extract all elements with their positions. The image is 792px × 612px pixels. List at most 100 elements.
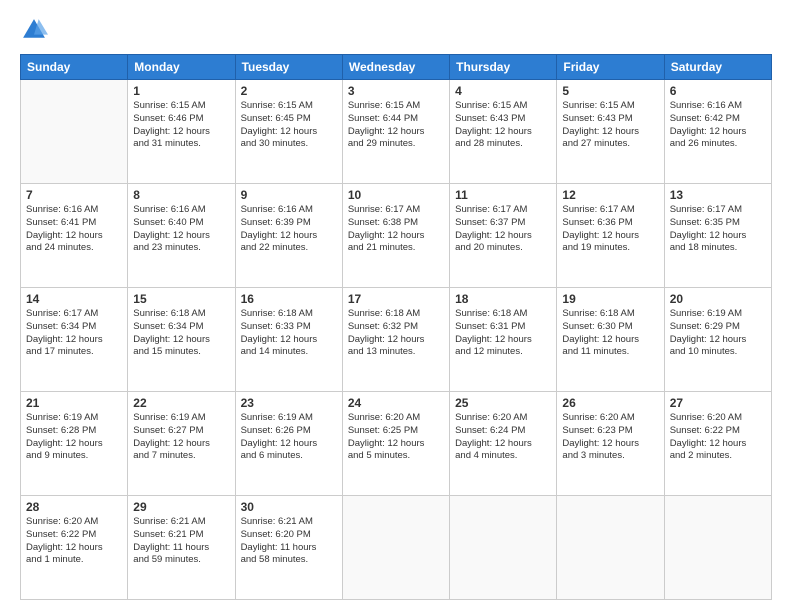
day-info: Sunrise: 6:20 AM Sunset: 6:24 PM Dayligh… — [455, 412, 551, 463]
day-info: Sunrise: 6:15 AM Sunset: 6:44 PM Dayligh… — [348, 100, 444, 151]
day-number: 21 — [26, 396, 122, 410]
weekday-header-sunday: Sunday — [21, 55, 128, 80]
calendar-cell: 17 Sunrise: 6:18 AM Sunset: 6:32 PM Dayli… — [342, 288, 449, 392]
calendar-cell: 12 Sunrise: 6:17 AM Sunset: 6:36 PM Dayli… — [557, 184, 664, 288]
calendar-cell — [342, 496, 449, 600]
day-info: Sunrise: 6:19 AM Sunset: 6:28 PM Dayligh… — [26, 412, 122, 463]
day-info: Sunrise: 6:19 AM Sunset: 6:26 PM Dayligh… — [241, 412, 337, 463]
day-info: Sunrise: 6:19 AM Sunset: 6:29 PM Dayligh… — [670, 308, 766, 359]
day-info: Sunrise: 6:20 AM Sunset: 6:25 PM Dayligh… — [348, 412, 444, 463]
day-info: Sunrise: 6:18 AM Sunset: 6:30 PM Dayligh… — [562, 308, 658, 359]
day-number: 14 — [26, 292, 122, 306]
calendar-week-4: 21 Sunrise: 6:19 AM Sunset: 6:28 PM Dayli… — [21, 392, 772, 496]
day-number: 22 — [133, 396, 229, 410]
calendar-cell: 14 Sunrise: 6:17 AM Sunset: 6:34 PM Dayli… — [21, 288, 128, 392]
calendar-cell — [450, 496, 557, 600]
day-number: 28 — [26, 500, 122, 514]
calendar-week-3: 14 Sunrise: 6:17 AM Sunset: 6:34 PM Dayli… — [21, 288, 772, 392]
day-number: 17 — [348, 292, 444, 306]
day-number: 20 — [670, 292, 766, 306]
day-number: 13 — [670, 188, 766, 202]
day-info: Sunrise: 6:18 AM Sunset: 6:32 PM Dayligh… — [348, 308, 444, 359]
calendar-cell — [557, 496, 664, 600]
day-info: Sunrise: 6:17 AM Sunset: 6:38 PM Dayligh… — [348, 204, 444, 255]
day-number: 19 — [562, 292, 658, 306]
day-number: 10 — [348, 188, 444, 202]
calendar-cell: 19 Sunrise: 6:18 AM Sunset: 6:30 PM Dayli… — [557, 288, 664, 392]
logo — [20, 16, 52, 44]
calendar-cell: 15 Sunrise: 6:18 AM Sunset: 6:34 PM Dayli… — [128, 288, 235, 392]
day-number: 26 — [562, 396, 658, 410]
calendar-cell: 29 Sunrise: 6:21 AM Sunset: 6:21 PM Dayli… — [128, 496, 235, 600]
day-number: 25 — [455, 396, 551, 410]
day-info: Sunrise: 6:17 AM Sunset: 6:36 PM Dayligh… — [562, 204, 658, 255]
calendar-cell: 24 Sunrise: 6:20 AM Sunset: 6:25 PM Dayli… — [342, 392, 449, 496]
calendar-cell: 4Sunrise: 6:15 AM Sunset: 6:43 PM Daylig… — [450, 80, 557, 184]
calendar-cell: 25 Sunrise: 6:20 AM Sunset: 6:24 PM Dayli… — [450, 392, 557, 496]
day-number: 27 — [670, 396, 766, 410]
day-info: Sunrise: 6:15 AM Sunset: 6:43 PM Dayligh… — [562, 100, 658, 151]
calendar-cell: 21 Sunrise: 6:19 AM Sunset: 6:28 PM Dayli… — [21, 392, 128, 496]
day-number: 29 — [133, 500, 229, 514]
calendar-cell: 13 Sunrise: 6:17 AM Sunset: 6:35 PM Dayli… — [664, 184, 771, 288]
header — [20, 16, 772, 44]
calendar-week-1: 1 Sunrise: 6:15 AM Sunset: 6:46 PM Daylig… — [21, 80, 772, 184]
day-info: Sunrise: 6:20 AM Sunset: 6:23 PM Dayligh… — [562, 412, 658, 463]
calendar-cell — [664, 496, 771, 600]
day-info: Sunrise: 6:17 AM Sunset: 6:37 PM Dayligh… — [455, 204, 551, 255]
calendar-cell: 22 Sunrise: 6:19 AM Sunset: 6:27 PM Dayli… — [128, 392, 235, 496]
calendar-cell: 26 Sunrise: 6:20 AM Sunset: 6:23 PM Dayli… — [557, 392, 664, 496]
weekday-header-thursday: Thursday — [450, 55, 557, 80]
day-number: 16 — [241, 292, 337, 306]
day-number: 15 — [133, 292, 229, 306]
day-number: 9 — [241, 188, 337, 202]
day-number: 8 — [133, 188, 229, 202]
day-number: 1 — [133, 84, 229, 98]
calendar-cell: 3 Sunrise: 6:15 AM Sunset: 6:44 PM Daylig… — [342, 80, 449, 184]
calendar-cell: 11 Sunrise: 6:17 AM Sunset: 6:37 PM Dayli… — [450, 184, 557, 288]
day-number: 3 — [348, 84, 444, 98]
day-info: Sunrise: 6:18 AM Sunset: 6:33 PM Dayligh… — [241, 308, 337, 359]
day-info: Sunrise: 6:16 AM Sunset: 6:40 PM Dayligh… — [133, 204, 229, 255]
calendar-cell: 23 Sunrise: 6:19 AM Sunset: 6:26 PM Dayli… — [235, 392, 342, 496]
weekday-header-friday: Friday — [557, 55, 664, 80]
calendar-cell: 7 Sunrise: 6:16 AM Sunset: 6:41 PM Daylig… — [21, 184, 128, 288]
day-number: 12 — [562, 188, 658, 202]
day-info: Sunrise: 6:21 AM Sunset: 6:20 PM Dayligh… — [241, 516, 337, 567]
calendar-cell: 30Sunrise: 6:21 AM Sunset: 6:20 PM Dayli… — [235, 496, 342, 600]
calendar-week-5: 28Sunrise: 6:20 AM Sunset: 6:22 PM Dayli… — [21, 496, 772, 600]
calendar-cell: 27 Sunrise: 6:20 AM Sunset: 6:22 PM Dayli… — [664, 392, 771, 496]
day-info: Sunrise: 6:17 AM Sunset: 6:34 PM Dayligh… — [26, 308, 122, 359]
day-info: Sunrise: 6:18 AM Sunset: 6:31 PM Dayligh… — [455, 308, 551, 359]
day-info: Sunrise: 6:21 AM Sunset: 6:21 PM Dayligh… — [133, 516, 229, 567]
calendar-cell: 6Sunrise: 6:16 AM Sunset: 6:42 PM Daylig… — [664, 80, 771, 184]
calendar-cell: 8 Sunrise: 6:16 AM Sunset: 6:40 PM Daylig… — [128, 184, 235, 288]
day-number: 11 — [455, 188, 551, 202]
day-number: 2 — [241, 84, 337, 98]
calendar-cell: 1 Sunrise: 6:15 AM Sunset: 6:46 PM Daylig… — [128, 80, 235, 184]
day-info: Sunrise: 6:16 AM Sunset: 6:42 PM Dayligh… — [670, 100, 766, 151]
calendar-cell: 16 Sunrise: 6:18 AM Sunset: 6:33 PM Dayli… — [235, 288, 342, 392]
day-number: 7 — [26, 188, 122, 202]
day-info: Sunrise: 6:17 AM Sunset: 6:35 PM Dayligh… — [670, 204, 766, 255]
calendar-cell: 2 Sunrise: 6:15 AM Sunset: 6:45 PM Daylig… — [235, 80, 342, 184]
logo-icon — [20, 16, 48, 44]
day-number: 5 — [562, 84, 658, 98]
day-info: Sunrise: 6:18 AM Sunset: 6:34 PM Dayligh… — [133, 308, 229, 359]
day-info: Sunrise: 6:20 AM Sunset: 6:22 PM Dayligh… — [670, 412, 766, 463]
day-info: Sunrise: 6:15 AM Sunset: 6:46 PM Dayligh… — [133, 100, 229, 151]
weekday-header-tuesday: Tuesday — [235, 55, 342, 80]
day-info: Sunrise: 6:15 AM Sunset: 6:45 PM Dayligh… — [241, 100, 337, 151]
day-number: 23 — [241, 396, 337, 410]
day-info: Sunrise: 6:16 AM Sunset: 6:41 PM Dayligh… — [26, 204, 122, 255]
calendar-cell: 20 Sunrise: 6:19 AM Sunset: 6:29 PM Dayli… — [664, 288, 771, 392]
calendar-cell: 18 Sunrise: 6:18 AM Sunset: 6:31 PM Dayli… — [450, 288, 557, 392]
calendar-week-2: 7 Sunrise: 6:16 AM Sunset: 6:41 PM Daylig… — [21, 184, 772, 288]
day-number: 4 — [455, 84, 551, 98]
day-info: Sunrise: 6:19 AM Sunset: 6:27 PM Dayligh… — [133, 412, 229, 463]
day-number: 24 — [348, 396, 444, 410]
calendar-cell: 5 Sunrise: 6:15 AM Sunset: 6:43 PM Daylig… — [557, 80, 664, 184]
page: SundayMondayTuesdayWednesdayThursdayFrid… — [0, 0, 792, 612]
day-number: 18 — [455, 292, 551, 306]
weekday-header-monday: Monday — [128, 55, 235, 80]
